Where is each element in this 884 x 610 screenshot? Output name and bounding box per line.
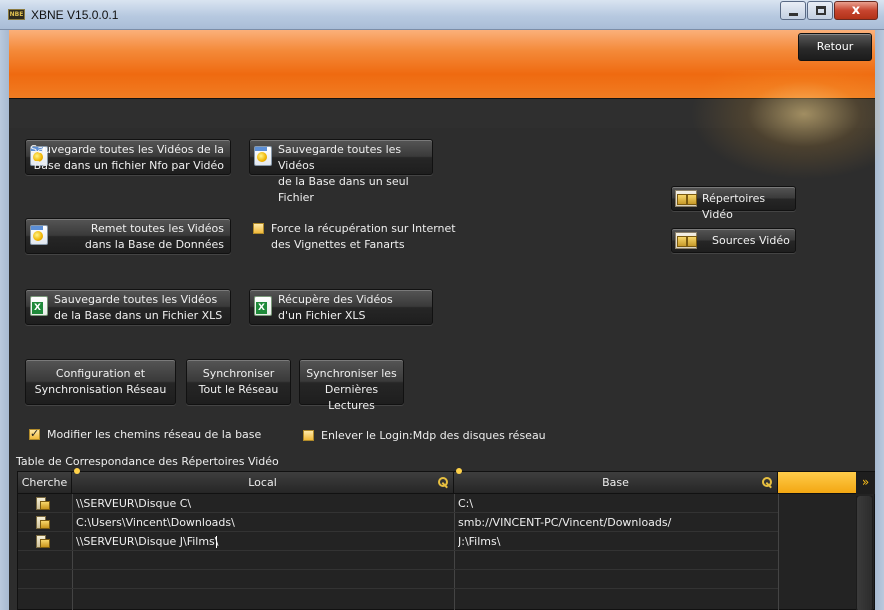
browse-folder-icon[interactable] bbox=[36, 515, 50, 530]
header-band bbox=[9, 30, 875, 98]
key-icon bbox=[438, 477, 450, 489]
window-frame-right bbox=[875, 30, 884, 610]
close-button[interactable]: x bbox=[834, 1, 878, 20]
excel-icon bbox=[30, 296, 48, 316]
modify-paths-label: Modifier les chemins réseau de la base bbox=[47, 428, 262, 441]
key-marker-icon bbox=[456, 468, 462, 474]
save-nfo-label: Sauvegarde toutes les Vidéos de la Base … bbox=[30, 143, 224, 172]
minimize-icon bbox=[789, 13, 798, 16]
close-icon: x bbox=[851, 3, 861, 18]
table-row[interactable]: C:\Users\Vincent\Downloads\ smb://VINCEN… bbox=[18, 513, 778, 532]
column-header-search[interactable]: Cherche bbox=[18, 472, 72, 494]
maximize-icon bbox=[816, 6, 826, 15]
column-header-base[interactable]: Base bbox=[454, 472, 778, 494]
video-directories-label: Répertoires Vidéo bbox=[702, 192, 766, 221]
window-controls: x bbox=[779, 1, 878, 20]
browse-folder-icon[interactable] bbox=[36, 534, 50, 549]
config-sync-label: Configuration et Synchronisation Réseau bbox=[34, 367, 167, 396]
restore-db-label: Remet toutes les Vidéos dans la Base de … bbox=[84, 222, 224, 251]
force-fetch-label: Force la récupération sur Internet des V… bbox=[271, 222, 456, 251]
table-row-empty[interactable] bbox=[18, 551, 778, 570]
column-header-extra[interactable] bbox=[778, 472, 856, 494]
column-header-base-label: Base bbox=[602, 476, 629, 489]
table-row[interactable]: \\SERVEUR\Disque J\Films\ J:\Films\ bbox=[18, 532, 778, 551]
excel-icon bbox=[254, 296, 272, 316]
local-path-cell[interactable]: \\SERVEUR\Disque J\Films\ bbox=[76, 532, 450, 551]
load-xls-button[interactable]: Récupère des Vidéos d'un Fichier XLS bbox=[249, 289, 433, 325]
base-path-cell[interactable]: C:\ bbox=[458, 494, 774, 513]
expand-columns-icon[interactable]: » bbox=[856, 472, 875, 494]
config-sync-button[interactable]: Configuration et Synchronisation Réseau bbox=[25, 359, 176, 405]
sync-last-button[interactable]: Synchroniser les Dernières Lectures bbox=[299, 359, 404, 412]
key-icon bbox=[762, 477, 774, 489]
minimize-button[interactable] bbox=[780, 1, 806, 20]
key-marker-icon bbox=[74, 468, 80, 474]
local-path-cell[interactable]: \\SERVEUR\Disque C\ bbox=[76, 494, 450, 513]
video-sources-label: Sources Vidéo bbox=[712, 234, 790, 247]
video-directories-button[interactable]: Répertoires Vidéo bbox=[671, 186, 796, 221]
retour-button[interactable]: Retour bbox=[798, 33, 872, 61]
maximize-button[interactable] bbox=[807, 1, 833, 20]
remove-login-label: Enlever le Login:Mdp des disques réseau bbox=[321, 429, 546, 442]
directories-icon bbox=[675, 190, 697, 207]
base-path-cell[interactable]: smb://VINCENT-PC/Vincent/Downloads/ bbox=[458, 513, 774, 532]
save-single-label: Sauvegarde toutes les Vidéos de la Base … bbox=[278, 143, 409, 204]
sync-all-button[interactable]: Synchroniser Tout le Réseau bbox=[186, 359, 291, 405]
load-xls-label: Récupère des Vidéos d'un Fichier XLS bbox=[278, 293, 393, 322]
save-nfo-button[interactable]: Sauvegarde toutes les Vidéos de la Base … bbox=[25, 139, 231, 175]
sync-last-label: Synchroniser les Dernières Lectures bbox=[306, 367, 397, 412]
vertical-scrollbar[interactable] bbox=[856, 496, 873, 610]
scrollbar-thumb[interactable] bbox=[857, 496, 872, 610]
window-frame-left bbox=[0, 30, 9, 610]
force-fetch-checkbox[interactable] bbox=[253, 223, 264, 234]
table-caption: Table de Correspondance des Répertoires … bbox=[16, 455, 279, 468]
base-path-cell[interactable]: J:\Films\ bbox=[458, 532, 774, 551]
text-cursor bbox=[216, 536, 217, 548]
header-shadow bbox=[9, 98, 875, 128]
browse-folder-icon[interactable] bbox=[36, 496, 50, 511]
column-header-local-label: Local bbox=[248, 476, 277, 489]
modify-paths-checkbox[interactable] bbox=[29, 427, 40, 440]
sync-all-label: Synchroniser Tout le Réseau bbox=[198, 367, 279, 396]
directory-mapping-table: Cherche Local Base » \\SERVEUR\Disque C\… bbox=[17, 468, 875, 610]
save-xls-label: Sauvegarde toutes les Vidéos de la Base … bbox=[54, 293, 223, 322]
title-bar: NBE XBNE V15.0.0.1 x bbox=[0, 0, 884, 30]
save-single-file-button[interactable]: Sauvegarde toutes les Vidéos de la Base … bbox=[249, 139, 433, 204]
table-row[interactable]: \\SERVEUR\Disque C\ C:\ bbox=[18, 494, 778, 513]
window-title: XBNE V15.0.0.1 bbox=[31, 8, 119, 22]
document-icon bbox=[254, 146, 272, 166]
remove-login-checkbox[interactable] bbox=[303, 430, 314, 441]
local-path-cell[interactable]: C:\Users\Vincent\Downloads\ bbox=[76, 513, 450, 532]
save-xls-button[interactable]: Sauvegarde toutes les Vidéos de la Base … bbox=[25, 289, 231, 325]
column-header-local[interactable]: Local bbox=[72, 472, 454, 494]
document-icon bbox=[30, 225, 48, 245]
column-divider bbox=[778, 494, 779, 610]
video-sources-button[interactable]: Sources Vidéo bbox=[671, 228, 796, 253]
restore-db-button[interactable]: Remet toutes les Vidéos dans la Base de … bbox=[25, 218, 231, 254]
app-icon: NBE bbox=[8, 9, 25, 20]
sources-icon bbox=[675, 232, 697, 249]
table-row-empty[interactable] bbox=[18, 570, 778, 589]
